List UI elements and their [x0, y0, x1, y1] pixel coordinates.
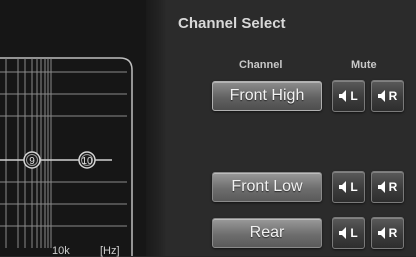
svg-text:10: 10: [81, 156, 93, 167]
band-marker-9[interactable]: 9: [23, 151, 41, 169]
mute-right-label: R: [388, 226, 398, 240]
channel-column-header: Channel: [239, 59, 283, 71]
freq-unit-label: [Hz]: [100, 245, 120, 257]
panel-divider: [146, 0, 166, 256]
panel-title: Channel Select: [178, 15, 286, 32]
speaker-icon: [339, 90, 347, 102]
svg-text:9: 9: [29, 156, 35, 167]
speaker-icon: [339, 227, 347, 239]
speaker-icon: [377, 227, 385, 239]
speaker-icon: [377, 90, 385, 102]
mute-right-button-rear[interactable]: R: [371, 217, 404, 249]
band-marker-10[interactable]: 10: [78, 151, 96, 169]
mute-right-button-front-low[interactable]: R: [371, 171, 404, 203]
mute-left-label: L: [350, 89, 358, 103]
mute-left-button-front-high[interactable]: L: [332, 80, 365, 112]
mute-column-header: Mute: [351, 59, 377, 71]
mute-left-button-front-low[interactable]: L: [332, 171, 365, 203]
speaker-icon: [377, 181, 385, 193]
mute-right-button-front-high[interactable]: R: [371, 80, 404, 112]
speaker-icon: [339, 181, 347, 193]
eq-graph: 9 10: [0, 57, 133, 256]
channel-button-rear[interactable]: Rear: [212, 218, 322, 248]
channel-button-front-low[interactable]: Front Low: [212, 172, 322, 202]
eq-graph-panel: 9 10 10k [Hz]: [0, 0, 146, 257]
freq-tick-label: 10k: [52, 245, 70, 257]
mute-right-label: R: [388, 180, 398, 194]
mute-right-label: R: [388, 89, 398, 103]
channel-button-front-high[interactable]: Front High: [212, 81, 322, 111]
channel-select-panel: Channel Select Channel Mute Front High L…: [166, 0, 416, 256]
mute-left-button-rear[interactable]: L: [332, 217, 365, 249]
mute-left-label: L: [350, 226, 358, 240]
mute-left-label: L: [350, 180, 358, 194]
